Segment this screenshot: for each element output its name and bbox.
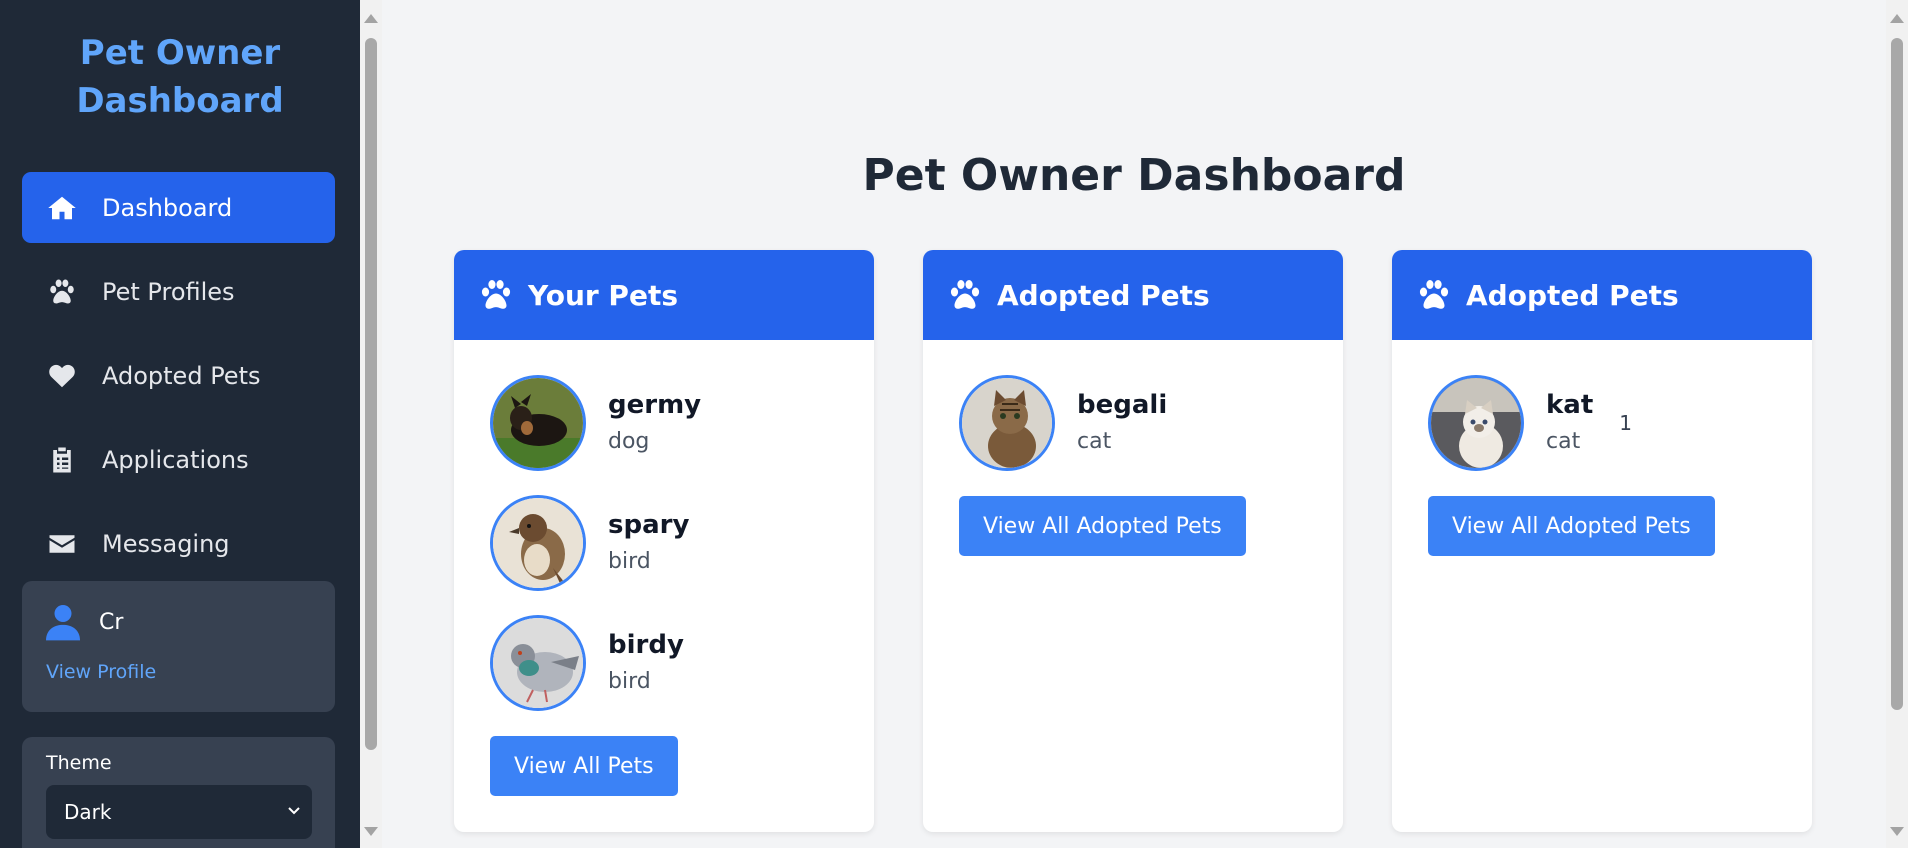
pet-photo [490, 615, 586, 711]
paw-icon [950, 280, 980, 309]
profile-name: Cr [99, 609, 124, 635]
scroll-down-arrow[interactable] [364, 827, 378, 836]
pet-name: birdy [608, 630, 684, 660]
sidebar-title: Pet Owner Dashboard [76, 33, 284, 121]
card-header: Adopted Pets [1392, 250, 1812, 340]
card-header: Your Pets [454, 250, 874, 340]
pet-item[interactable]: kat cat 1 [1428, 375, 1632, 471]
theme-panel: Theme Dark [22, 737, 335, 848]
card-header: Adopted Pets [923, 250, 1343, 340]
pet-type: bird [608, 549, 651, 574]
pet-name: germy [608, 390, 702, 420]
view-all-adopted-pets-button[interactable]: View All Adopted Pets [959, 496, 1246, 556]
page-title: Pet Owner Dashboard [862, 150, 1406, 201]
pet-photo [959, 375, 1055, 471]
scroll-down-arrow[interactable] [1890, 827, 1904, 836]
theme-select-value: Dark [64, 800, 112, 824]
sidebar-item-adopted-pets[interactable]: Adopted Pets [22, 340, 335, 411]
theme-select[interactable]: Dark [46, 785, 312, 839]
pet-type: dog [608, 429, 650, 454]
sidebar-item-label: Dashboard [102, 193, 233, 222]
sidebar: Pet Owner Dashboard Dashboard Pet Profil… [0, 0, 360, 848]
sidebar-scroll-thumb[interactable] [365, 38, 377, 750]
pet-count-badge: 1 [1619, 411, 1632, 435]
home-icon [46, 192, 78, 224]
main-scroll-thumb[interactable] [1891, 38, 1903, 710]
pet-item[interactable]: germy dog [490, 375, 701, 471]
your-pets-card: Your Pets germy dog spary bird birdy bir… [454, 250, 874, 832]
card-title: Your Pets [528, 278, 678, 312]
scroll-up-arrow[interactable] [1890, 14, 1904, 23]
pet-item[interactable]: begali cat [959, 375, 1167, 471]
pet-name: kat [1546, 390, 1594, 420]
heart-icon [46, 360, 78, 392]
sidebar-item-label: Messaging [102, 529, 230, 558]
sidebar-item-label: Pet Profiles [102, 277, 235, 306]
envelope-icon [46, 528, 78, 560]
pet-type: bird [608, 669, 651, 694]
clipboard-icon [46, 444, 78, 476]
theme-label: Theme [46, 752, 112, 774]
main-scrollbar[interactable] [1886, 0, 1908, 848]
sidebar-item-applications[interactable]: Applications [22, 424, 335, 495]
view-all-adopted-pets-button[interactable]: View All Adopted Pets [1428, 496, 1715, 556]
chevron-down-icon [288, 807, 300, 815]
pet-name: begali [1077, 390, 1168, 420]
sidebar-item-label: Adopted Pets [102, 361, 261, 390]
paw-icon [481, 280, 511, 309]
pet-item[interactable]: spary bird [490, 495, 689, 591]
pet-type: cat [1077, 429, 1112, 454]
user-profile-card: Cr View Profile [22, 581, 335, 712]
sidebar-item-label: Applications [102, 445, 249, 474]
scroll-up-arrow[interactable] [364, 14, 378, 23]
sidebar-scrollbar[interactable] [360, 0, 382, 848]
adopted-pets-card: Adopted Pets kat cat 1 View All Adopted … [1392, 250, 1812, 832]
paw-icon [1419, 280, 1449, 309]
sidebar-nav: Dashboard Pet Profiles Adopted Pets Appl… [22, 172, 335, 592]
paw-icon [46, 276, 78, 308]
pet-photo [1428, 375, 1524, 471]
user-icon [46, 605, 80, 641]
pet-name: spary [608, 510, 690, 540]
sidebar-item-messaging[interactable]: Messaging [22, 508, 335, 579]
sidebar-item-dashboard[interactable]: Dashboard [22, 172, 335, 243]
pet-photo [490, 495, 586, 591]
view-all-pets-button[interactable]: View All Pets [490, 736, 678, 796]
pet-item[interactable]: birdy bird [490, 615, 684, 711]
sidebar-item-pet-profiles[interactable]: Pet Profiles [22, 256, 335, 327]
pet-photo [490, 375, 586, 471]
card-title: Adopted Pets [1466, 278, 1679, 312]
adopted-pets-card: Adopted Pets begali cat View All Adopted… [923, 250, 1343, 832]
pet-type: cat [1546, 429, 1581, 454]
card-title: Adopted Pets [997, 278, 1210, 312]
view-profile-link[interactable]: View Profile [46, 661, 156, 683]
